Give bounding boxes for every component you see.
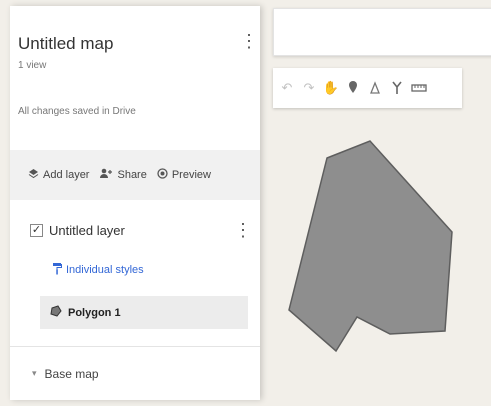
search-box[interactable] [273,8,491,56]
base-map-item[interactable]: ▾ Base map [10,346,260,400]
layer-menu-icon[interactable]: ⋮ [234,221,252,239]
style-label: Individual styles [66,264,144,276]
layers-icon [28,168,39,182]
chevron-down-icon[interactable]: ▾ [32,368,37,379]
redo-icon[interactable]: ↷ [299,75,319,101]
add-layer-label: Add layer [43,169,90,181]
preview-button[interactable]: Preview [157,168,211,182]
draw-line-icon[interactable] [365,75,385,101]
layer-item: ✓ Untitled layer [30,223,125,238]
polygon-icon [50,305,62,320]
share-label: Share [117,169,147,181]
share-button[interactable]: Share [99,168,147,182]
ruler-icon[interactable] [409,75,429,101]
map-title[interactable]: Untitled map [18,34,113,54]
base-map-label: Base map [44,366,99,381]
layers-panel [10,6,260,400]
add-layer-button[interactable]: Add layer [28,168,89,182]
view-count: 1 view [18,60,47,71]
preview-label: Preview [171,169,211,181]
save-status: All changes saved in Drive [18,106,136,117]
layer-checkbox[interactable]: ✓ [30,224,43,237]
layer-name[interactable]: Untitled layer [49,223,125,238]
list-item[interactable]: Polygon 1 [40,296,248,329]
add-person-icon [99,168,113,182]
style-link[interactable]: Individual styles [52,262,144,278]
undo-icon[interactable]: ↶ [277,75,297,101]
actions-bar: Add layer Share Preview [10,150,260,200]
paint-roller-icon [52,262,62,278]
feature-label: Polygon 1 [68,306,121,319]
eye-icon [157,168,168,182]
marker-icon[interactable] [343,75,363,101]
route-icon[interactable] [387,75,407,101]
more-vert-icon[interactable]: ⋮ [240,32,258,50]
hand-icon[interactable]: ✋ [321,75,341,101]
map-toolbar: ↶ ↷ ✋ [273,68,462,108]
